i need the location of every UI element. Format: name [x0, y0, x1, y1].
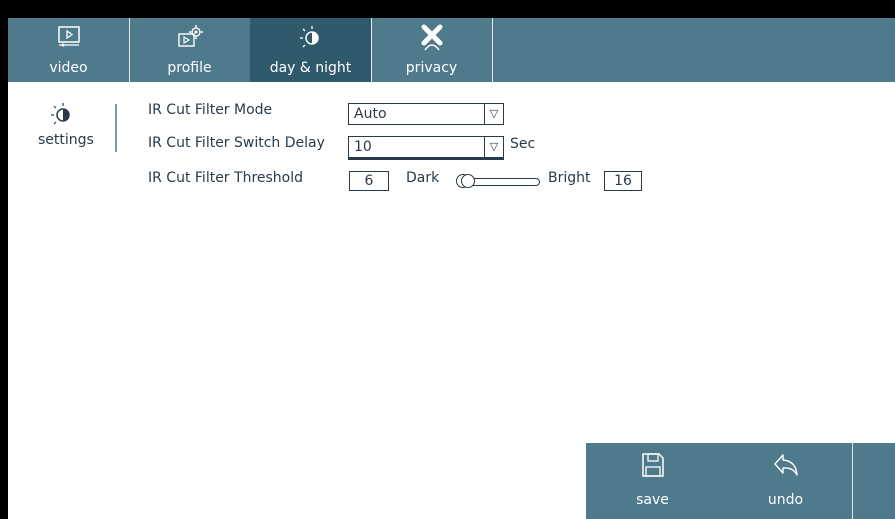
tab-label: day & night — [269, 60, 352, 76]
tab-privacy[interactable]: privacy — [371, 18, 493, 82]
day-night-icon — [250, 24, 371, 50]
tab-label: video — [49, 60, 88, 76]
slider-thumb[interactable] — [461, 174, 475, 188]
bottom-action-bar: save undo — [586, 443, 895, 519]
tab-video[interactable]: video — [8, 18, 130, 82]
sidebar-divider — [115, 104, 117, 152]
threshold-slider[interactable] — [456, 174, 541, 188]
privacy-mask-icon — [371, 24, 492, 51]
tab-day-night[interactable]: day & night — [250, 18, 372, 82]
bright-value[interactable]: 16 — [604, 171, 642, 191]
undo-label: undo — [767, 492, 804, 508]
bright-label: Bright — [548, 170, 591, 186]
undo-icon — [719, 451, 852, 479]
ir-mode-value: Auto — [354, 106, 387, 122]
tab-profile[interactable]: profile — [129, 18, 251, 82]
slider-track[interactable] — [466, 178, 540, 186]
screen: video profile day & night privacy settin… — [8, 18, 895, 519]
undo-button[interactable]: undo — [719, 443, 852, 519]
ir-mode-select[interactable]: Auto ▽ — [348, 103, 504, 125]
sidebar-item-settings[interactable]: settings — [38, 132, 94, 148]
ir-delay-label: IR Cut Filter Switch Delay — [148, 135, 325, 151]
video-icon — [8, 24, 129, 50]
action-divider — [852, 443, 853, 519]
delay-unit: Sec — [510, 136, 536, 152]
tab-label: privacy — [405, 60, 458, 76]
dark-label: Dark — [406, 170, 440, 186]
save-icon — [586, 451, 719, 479]
profile-gear-icon — [129, 24, 250, 50]
save-label: save — [636, 492, 669, 508]
save-button[interactable]: save — [586, 443, 719, 519]
top-tab-bar: video profile day & night privacy — [8, 18, 895, 82]
ir-mode-label: IR Cut Filter Mode — [148, 102, 273, 118]
chevron-down-icon[interactable]: ▽ — [484, 104, 503, 124]
ir-delay-select[interactable]: 10 ▽ — [348, 136, 504, 160]
chevron-down-icon[interactable]: ▽ — [484, 137, 503, 157]
ir-threshold-label: IR Cut Filter Threshold — [148, 170, 304, 186]
day-night-icon — [50, 102, 74, 130]
threshold-value[interactable]: 6 — [349, 171, 389, 191]
tab-label: profile — [167, 60, 212, 76]
ir-delay-value: 10 — [354, 139, 372, 155]
